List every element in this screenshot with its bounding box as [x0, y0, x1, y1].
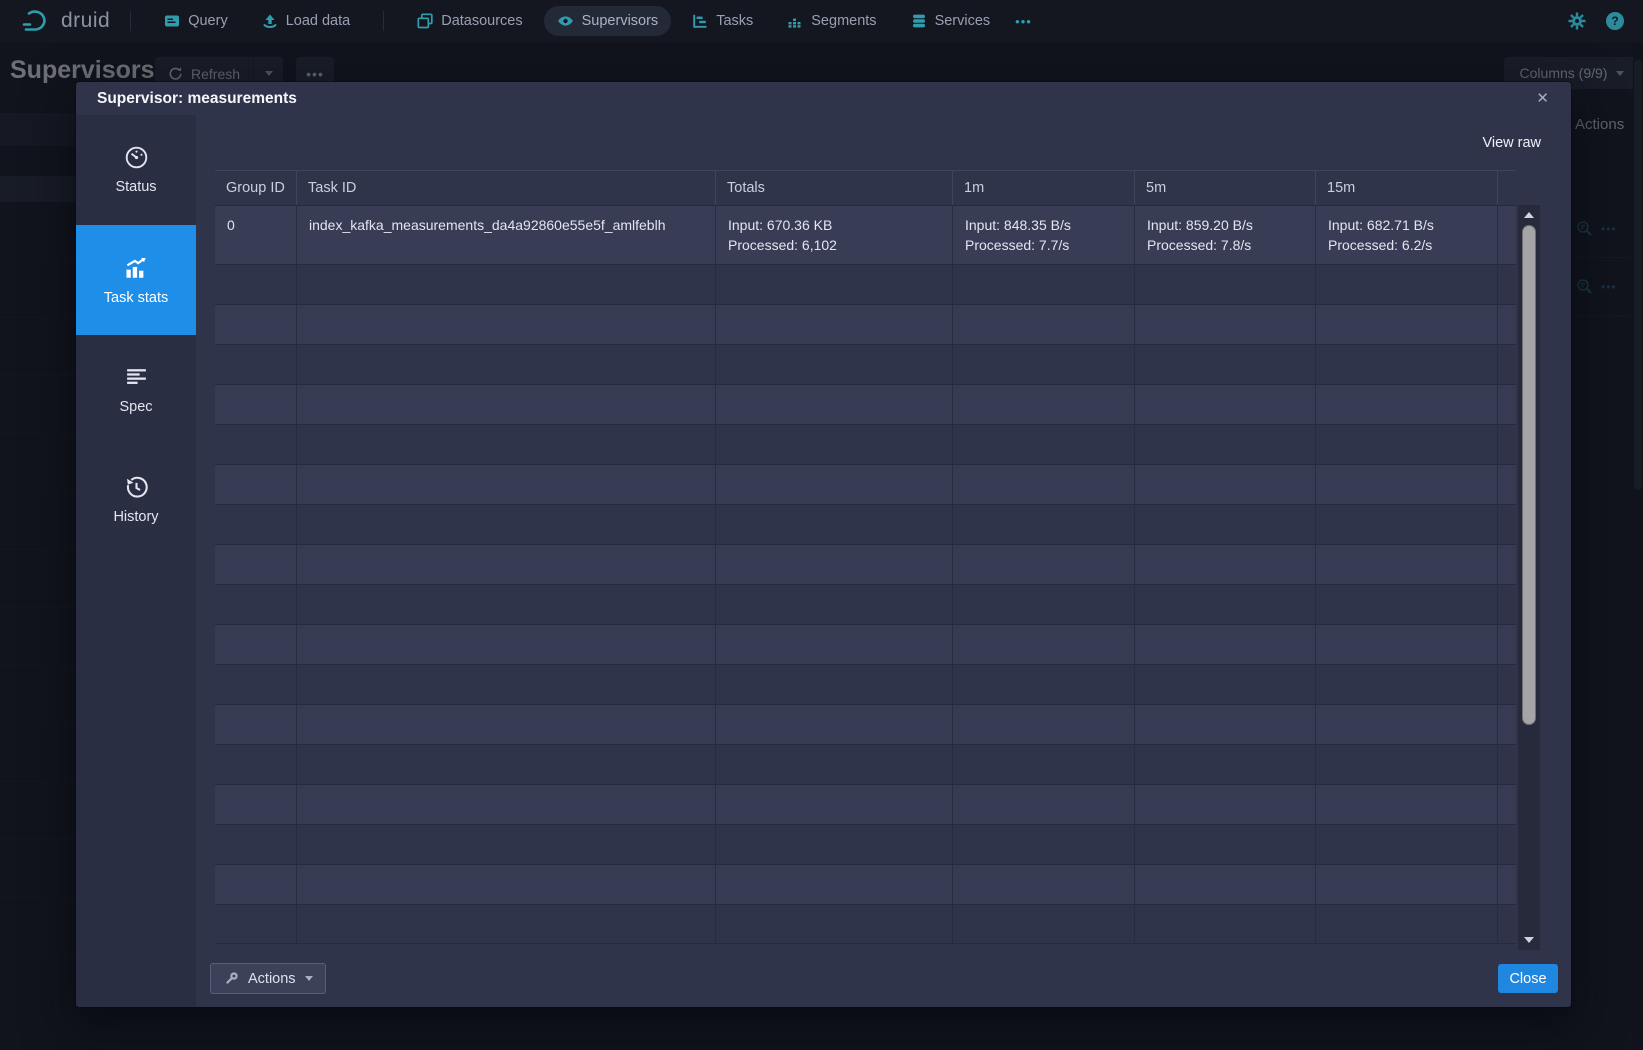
- supervisor-dialog: Supervisor: measurements ✕ Status: [76, 82, 1571, 1007]
- empty-row: [215, 704, 1516, 744]
- nav-item-label: Query: [188, 13, 228, 29]
- column-header: Task ID: [297, 171, 716, 205]
- scroll-down-arrow[interactable]: [1518, 932, 1540, 948]
- nav-item-tasks[interactable]: Tasks: [679, 6, 766, 36]
- view-raw-link[interactable]: View raw: [1482, 135, 1541, 151]
- console-icon: [164, 13, 180, 29]
- actions-label: Actions: [248, 971, 296, 987]
- nav-item-supervisors[interactable]: Supervisors: [544, 6, 672, 36]
- tab-task-stats[interactable]: Task stats: [76, 225, 196, 335]
- table-row: 0 index_kafka_measurements_da4a92860e55e…: [215, 205, 1516, 264]
- group-id-cell: 0: [215, 206, 297, 264]
- chevron-down-icon: [305, 976, 313, 981]
- empty-row: [215, 824, 1516, 864]
- empty-row: [215, 664, 1516, 704]
- gear-icon[interactable]: [1567, 11, 1587, 31]
- table-scrollbar-thumb[interactable]: [1522, 225, 1536, 725]
- tab-spec[interactable]: Spec: [76, 335, 196, 445]
- nav-item-label: Segments: [811, 13, 876, 29]
- druid-logo: druid: [22, 8, 110, 34]
- dialog-footer: Actions Close: [196, 950, 1571, 1007]
- nav-item-datasources[interactable]: Datasources: [404, 6, 535, 36]
- table-header-row: Group ID Task ID Totals 1m 5m 15m: [215, 170, 1516, 205]
- nav-item-query[interactable]: Query: [151, 6, 241, 36]
- druid-logo-icon: [22, 8, 52, 34]
- nav-item-label: Supervisors: [582, 13, 659, 29]
- empty-row: [215, 264, 1516, 304]
- druid-console: druid Query Load data Datasources: [0, 0, 1643, 1050]
- eye-icon: [557, 13, 574, 29]
- nav-item-label: Tasks: [716, 13, 753, 29]
- empty-row: [215, 624, 1516, 664]
- actions-button[interactable]: Actions: [210, 963, 326, 994]
- datasources-icon: [417, 13, 433, 29]
- dialog-header: Supervisor: measurements ✕: [76, 82, 1571, 115]
- nav-more-icon[interactable]: •••: [1007, 7, 1040, 36]
- svg-text:?: ?: [1611, 14, 1618, 28]
- empty-row: [215, 544, 1516, 584]
- database-icon: [911, 13, 927, 29]
- empty-row: [215, 584, 1516, 624]
- column-header: 1m: [953, 171, 1135, 205]
- dialog-sidebar: Status Task stats Spe: [76, 115, 196, 1007]
- dialog-body: View raw Group ID Task ID Totals 1m 5m 1…: [196, 115, 1571, 1007]
- dashboard-icon: [124, 145, 149, 170]
- totals-cell: Input: 670.36 KB Processed: 6,102: [716, 206, 953, 264]
- gantt-icon: [692, 13, 708, 29]
- nav-divider: [383, 11, 384, 31]
- nav-divider: [130, 11, 131, 31]
- column-header: 5m: [1135, 171, 1316, 205]
- nav-item-label: Datasources: [441, 13, 522, 29]
- close-button[interactable]: Close: [1498, 964, 1558, 993]
- empty-row: [215, 344, 1516, 384]
- wrench-icon: [223, 971, 239, 987]
- task-id-cell: index_kafka_measurements_da4a92860e55e5f…: [297, 206, 716, 264]
- timeline-bar-chart-icon: [123, 255, 149, 281]
- help-icon[interactable]: ?: [1605, 11, 1625, 31]
- dialog-title: Supervisor: measurements: [97, 90, 297, 108]
- nav-item-load-data[interactable]: Load data: [249, 6, 364, 36]
- history-icon: [124, 475, 149, 500]
- column-header: Totals: [716, 171, 953, 205]
- bar-chart-icon: [787, 13, 803, 29]
- tab-label: Task stats: [104, 290, 168, 306]
- brand-name: druid: [61, 9, 110, 33]
- empty-row: [215, 904, 1516, 944]
- column-header: 15m: [1316, 171, 1498, 205]
- empty-row: [215, 304, 1516, 344]
- top-nav: druid Query Load data Datasources: [0, 0, 1643, 42]
- task-stats-table: Group ID Task ID Totals 1m 5m 15m 0 inde…: [215, 170, 1516, 944]
- empty-row: [215, 504, 1516, 544]
- scroll-up-arrow[interactable]: [1518, 207, 1540, 223]
- empty-rows: [215, 264, 1516, 944]
- upload-icon: [262, 13, 278, 29]
- rate-5m-cell: Input: 859.20 B/s Processed: 7.8/s: [1135, 206, 1316, 264]
- tab-label: Spec: [119, 399, 152, 415]
- tab-history[interactable]: History: [76, 445, 196, 555]
- rate-15m-cell: Input: 682.71 B/s Processed: 6.2/s: [1316, 206, 1498, 264]
- tab-label: History: [113, 509, 158, 525]
- column-header: Group ID: [215, 171, 297, 205]
- nav-item-label: Load data: [286, 13, 351, 29]
- tab-label: Status: [115, 179, 156, 195]
- empty-row: [215, 744, 1516, 784]
- empty-row: [215, 424, 1516, 464]
- empty-row: [215, 864, 1516, 904]
- table-scrollbar[interactable]: [1518, 205, 1540, 950]
- empty-row: [215, 784, 1516, 824]
- nav-item-services[interactable]: Services: [898, 6, 1004, 36]
- rate-1m-cell: Input: 848.35 B/s Processed: 7.7/s: [953, 206, 1135, 264]
- align-left-icon: [124, 365, 149, 390]
- nav-item-segments[interactable]: Segments: [774, 6, 889, 36]
- nav-right-icons: ?: [1567, 11, 1629, 31]
- close-icon[interactable]: ✕: [1532, 87, 1553, 110]
- tab-status[interactable]: Status: [76, 115, 196, 225]
- empty-row: [215, 464, 1516, 504]
- empty-row: [215, 384, 1516, 424]
- nav-item-label: Services: [935, 13, 991, 29]
